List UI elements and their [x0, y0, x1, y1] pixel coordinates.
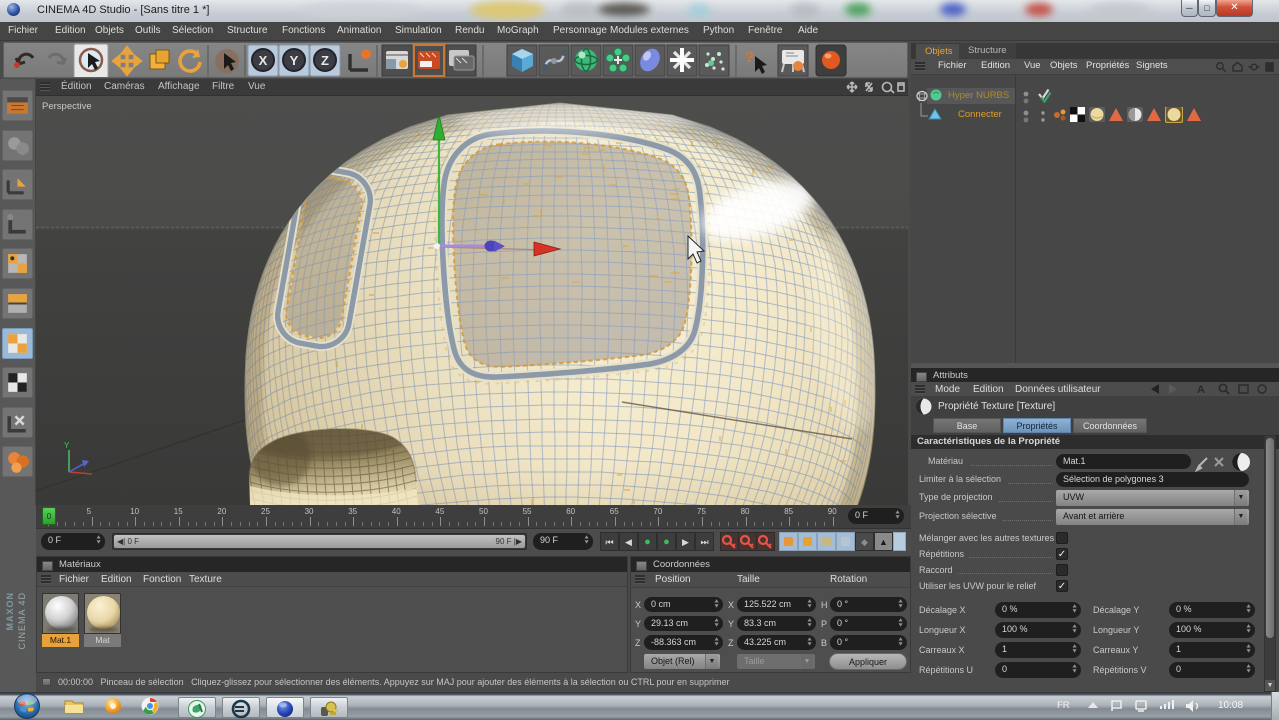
svg-text:X: X	[259, 53, 268, 68]
svg-text:Z: Z	[321, 53, 329, 68]
svg-text:Y: Y	[290, 53, 299, 68]
svg-text:Perspective: Perspective	[42, 101, 92, 112]
svg-text:A: A	[1197, 384, 1205, 396]
svg-text:?: ?	[745, 49, 754, 66]
svg-text:Y: Y	[64, 441, 70, 450]
